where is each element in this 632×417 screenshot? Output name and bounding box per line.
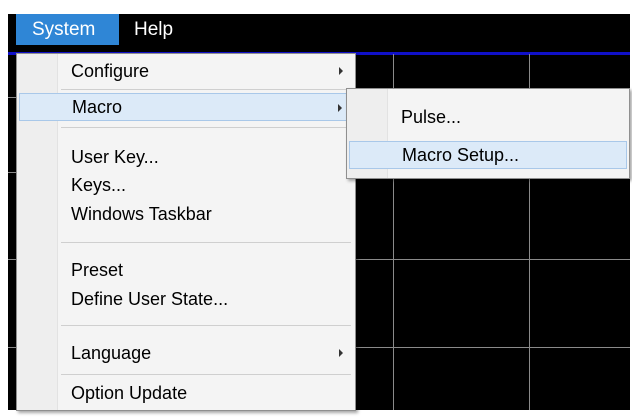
menu-item-label: Preset xyxy=(71,260,124,280)
menu-item-keys[interactable]: Keys... xyxy=(19,171,353,199)
menu-item-label: Option Update xyxy=(71,383,188,403)
menu-item-label: Macro xyxy=(72,97,123,117)
menu-item-label: Language xyxy=(71,343,152,363)
menu-item-define-user-state[interactable]: Define User State... xyxy=(19,285,353,313)
menu-item-user-key[interactable]: User Key... xyxy=(19,143,353,171)
menu-item-configure[interactable]: Configure xyxy=(19,57,353,85)
menu-item-macro-setup[interactable]: Macro Setup... xyxy=(349,141,627,169)
menu-item-preset[interactable]: Preset xyxy=(19,256,353,284)
menu-item-label: Pulse... xyxy=(401,107,462,127)
menu-separator xyxy=(61,127,351,128)
menu-separator xyxy=(61,325,351,326)
macro-submenu: Pulse... Macro Setup... xyxy=(346,88,630,179)
menu-item-windows-taskbar[interactable]: Windows Taskbar xyxy=(19,200,353,228)
menu-separator xyxy=(61,89,351,90)
menu-bar: System Help xyxy=(8,14,630,45)
menu-item-option-update[interactable]: Option Update xyxy=(19,379,353,407)
submenu-arrow-icon xyxy=(338,104,342,112)
submenu-arrow-icon xyxy=(339,349,343,357)
menu-item-label: Windows Taskbar xyxy=(71,204,212,224)
menu-help[interactable]: Help xyxy=(129,14,199,45)
menu-item-label: Keys... xyxy=(71,175,127,195)
menu-item-macro[interactable]: Macro xyxy=(19,93,353,121)
submenu-arrow-icon xyxy=(339,67,343,75)
menu-item-label: User Key... xyxy=(71,147,159,167)
menu-separator xyxy=(61,242,351,243)
menu-item-label: Macro Setup... xyxy=(402,145,520,165)
menu-item-pulse[interactable]: Pulse... xyxy=(349,103,627,131)
menu-item-label: Configure xyxy=(71,61,150,81)
system-dropdown: Configure Macro User Key... Keys... Wind… xyxy=(16,53,356,411)
menu-item-language[interactable]: Language xyxy=(19,339,353,367)
menu-system[interactable]: System xyxy=(16,14,119,45)
menu-item-label: Define User State... xyxy=(71,289,229,309)
menu-separator xyxy=(61,374,351,375)
